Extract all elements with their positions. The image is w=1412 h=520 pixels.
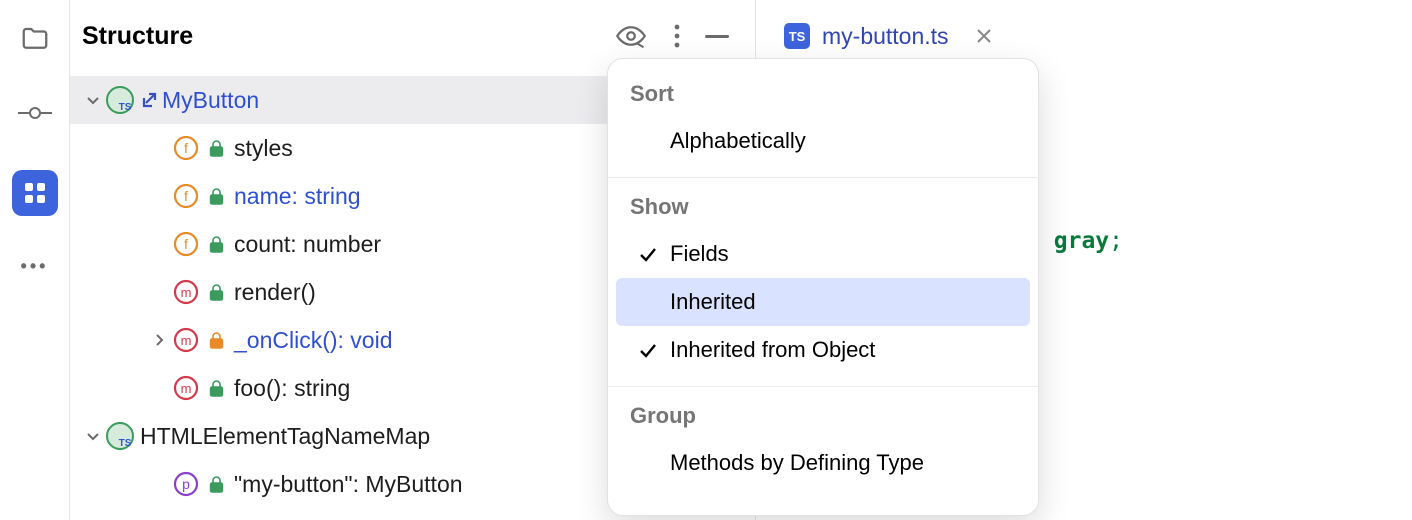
popup-item-label: Inherited from Object [670, 337, 1022, 363]
kebab-menu-icon[interactable] [657, 16, 697, 56]
editor-tab-label: my-button.ts [822, 23, 949, 50]
lock-icon [206, 474, 226, 494]
lock-icon [206, 138, 226, 158]
structure-tool-button[interactable] [12, 170, 58, 216]
ts-file-icon: TS [784, 23, 810, 49]
lock-icon [206, 330, 226, 350]
popup-section-title: Sort [608, 77, 1038, 117]
popup-item-label: Inherited [670, 289, 1014, 315]
method-icon: m [172, 326, 200, 354]
chevron-icon[interactable] [146, 333, 172, 347]
popup-item-label: Methods by Defining Type [670, 450, 1022, 476]
external-link-icon [140, 92, 158, 108]
check-icon [626, 244, 670, 264]
field-icon: f [172, 134, 200, 162]
svg-text:f: f [184, 236, 188, 252]
tree-row-label: HTMLElementTagNameMap [140, 423, 430, 450]
popup-item[interactable]: Inherited from Object [608, 326, 1038, 374]
tree-row-label: _onClick(): void [234, 327, 393, 354]
popup-item-label: Fields [670, 241, 1022, 267]
tree-row-label: count: number [234, 231, 381, 258]
commit-icon[interactable] [18, 96, 52, 130]
popup-item[interactable]: Inherited [616, 278, 1030, 326]
svg-text:f: f [184, 140, 188, 156]
tree-row-label: "my-button": MyButton [234, 471, 463, 498]
svg-text:m: m [181, 381, 192, 396]
structure-title: Structure [82, 22, 193, 51]
tree-row-label: name: string [234, 183, 361, 210]
popup-item[interactable]: Fields [608, 230, 1038, 278]
lock-icon [206, 186, 226, 206]
svg-text:TS: TS [119, 102, 132, 113]
svg-text:TS: TS [789, 29, 806, 44]
chevron-icon[interactable] [80, 429, 106, 443]
close-tab-icon[interactable] [971, 23, 997, 49]
chevron-icon[interactable] [80, 93, 106, 107]
lock-icon [206, 234, 226, 254]
tree-row-label: foo(): string [234, 375, 350, 402]
svg-text:TS: TS [119, 438, 132, 449]
interface-ts-icon: TS [106, 86, 134, 114]
svg-text:m: m [181, 285, 192, 300]
svg-text:m: m [181, 333, 192, 348]
left-rail: ••• [0, 0, 70, 520]
tree-row-label: MyButton [162, 87, 259, 114]
lock-icon [206, 282, 226, 302]
folder-icon[interactable] [18, 22, 52, 56]
visibility-icon[interactable] [611, 16, 651, 56]
tree-row-label: render() [234, 279, 316, 306]
svg-text:f: f [184, 188, 188, 204]
method-icon: m [172, 374, 200, 402]
more-tools-icon[interactable]: ••• [21, 256, 49, 277]
svg-text:p: p [182, 476, 190, 492]
popup-item-label: Alphabetically [670, 128, 1022, 154]
method-icon: m [172, 278, 200, 306]
popup-section-title: Group [608, 399, 1038, 439]
property-icon: p [172, 470, 200, 498]
minimize-button[interactable] [697, 35, 737, 38]
check-icon [626, 340, 670, 360]
popup-item[interactable]: Methods by Defining Type [608, 439, 1038, 487]
interface-ts-icon: TS [106, 422, 134, 450]
lock-icon [206, 378, 226, 398]
popup-item[interactable]: Alphabetically [608, 117, 1038, 165]
popup-section-title: Show [608, 190, 1038, 230]
field-icon: f [172, 230, 200, 258]
field-icon: f [172, 182, 200, 210]
tree-row-label: styles [234, 135, 293, 162]
structure-options-popup: Sort Alphabetically Show Fields Inherited Inh… [607, 58, 1039, 516]
